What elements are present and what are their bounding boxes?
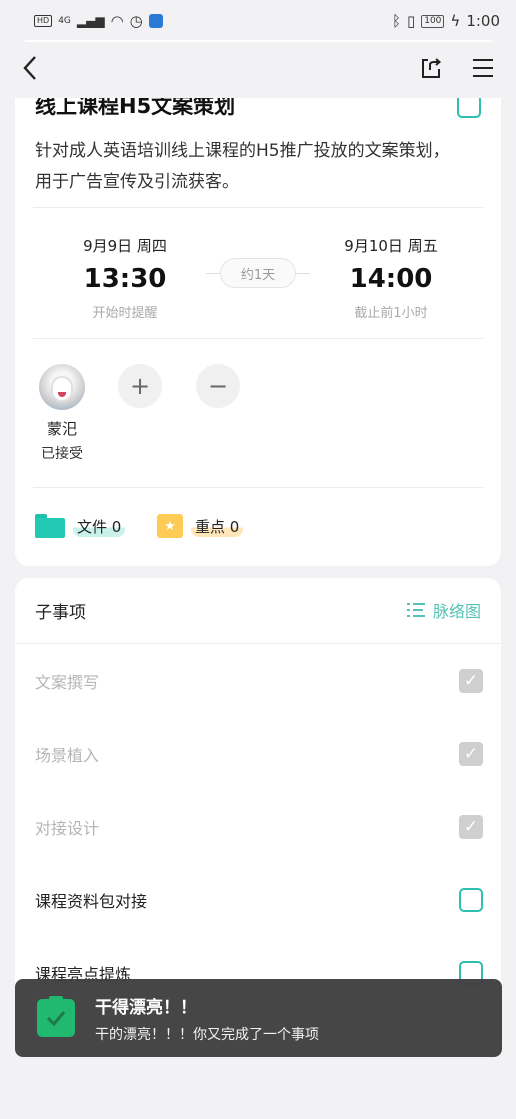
list-item[interactable]: 文案撰写 ✓	[15, 644, 501, 717]
subtasks-heading: 子事项	[35, 603, 86, 623]
focus-label: 重点 0	[191, 515, 244, 537]
graph-icon	[406, 602, 425, 618]
checkbox-unchecked-icon[interactable]	[459, 887, 483, 912]
files-link[interactable]: 文件 0	[35, 514, 126, 538]
member-name: 蒙汜	[46, 420, 77, 438]
subtask-label: 场景植入	[35, 745, 100, 765]
member-status: 已接受	[41, 446, 83, 462]
wifi-icon: ◠	[110, 12, 124, 30]
task-detail-card: 线上课程H5文案策划 针对成人英语培训线上课程的H5推广投放的文案策划，用于广告…	[15, 40, 501, 566]
divider	[33, 487, 483, 488]
subtask-label: 对接设计	[35, 818, 100, 838]
checkbox-checked-icon[interactable]: ✓	[459, 668, 483, 693]
list-item[interactable]: 场景植入 ✓	[15, 717, 501, 790]
divider	[33, 207, 483, 208]
status-bar: HD 4G ▂▄▆ ◠ ◷ ᛒ ▯ 100 ϟ 1:00	[0, 0, 516, 42]
start-date: 9月9日 周四	[83, 237, 167, 255]
member-item[interactable]: 蒙汜 已接受	[37, 364, 87, 463]
checkbox-checked-icon[interactable]: ✓	[459, 814, 483, 839]
toast-title: 干得漂亮！！	[95, 997, 197, 1018]
clipboard-check-icon	[37, 996, 75, 1037]
toast-message: 干的漂亮！！！你又完成了一个事项	[95, 1026, 319, 1043]
star-icon: ★	[157, 514, 183, 538]
signal-icon: ▂▄▆	[76, 14, 105, 28]
files-label: 文件 0	[73, 515, 126, 537]
list-item[interactable]: 课程资料包对接	[15, 863, 501, 936]
subtask-label: 课程资料包对接	[35, 891, 148, 911]
graph-view-label: 脉络图	[432, 602, 481, 621]
start-reminder: 开始时提醒	[92, 306, 158, 321]
avatar	[39, 364, 85, 410]
clock: 1:00	[466, 12, 500, 30]
vibrate-icon: ▯	[406, 12, 416, 30]
end-time: 14:00	[349, 264, 433, 294]
folder-icon	[35, 514, 65, 538]
task-description: 针对成人英语培训线上课程的H5推广投放的文案策划，用于广告宣传及引流获客。	[35, 141, 450, 192]
completion-toast: 干得漂亮！！ 干的漂亮！！！你又完成了一个事项	[15, 979, 502, 1057]
hd-indicator: HD	[34, 15, 53, 27]
back-icon[interactable]	[22, 55, 38, 85]
focus-link[interactable]: ★ 重点 0	[157, 514, 244, 538]
battery-indicator: 100	[421, 14, 445, 28]
start-time-block[interactable]: 9月9日 周四 13:30 开始时提醒	[45, 235, 205, 321]
graph-view-link[interactable]: 脉络图	[406, 598, 481, 622]
share-icon[interactable]	[420, 56, 442, 84]
list-item[interactable]: 对接设计 ✓	[15, 790, 501, 863]
subtask-label: 文案撰写	[35, 672, 100, 692]
remove-member-button[interactable]: −	[196, 364, 240, 408]
charging-icon: ϟ	[450, 12, 461, 30]
app-notification-icon	[148, 14, 163, 28]
menu-icon[interactable]	[472, 58, 494, 82]
bluetooth-icon: ᛒ	[391, 12, 401, 30]
duration-badge: 约1天	[206, 258, 310, 288]
minus-icon: −	[207, 372, 229, 400]
add-member-button[interactable]: +	[118, 364, 162, 408]
alarm-icon: ◷	[129, 12, 143, 30]
subtasks-card: 子事项 脉络图 文案撰写 ✓ 场景植入 ✓ 对接设计 ✓ 课程资料包对接 课程亮…	[15, 578, 501, 1048]
end-date: 9月10日 周五	[344, 237, 438, 255]
divider	[33, 338, 483, 339]
start-time: 13:30	[83, 264, 167, 294]
checkbox-checked-icon[interactable]: ✓	[459, 741, 483, 766]
end-time-block[interactable]: 9月10日 周五 14:00 截止前1小时	[311, 235, 471, 321]
plus-icon: +	[129, 372, 151, 400]
top-navigation	[0, 42, 516, 98]
network-indicator: 4G	[58, 16, 71, 26]
end-reminder: 截止前1小时	[354, 306, 428, 321]
